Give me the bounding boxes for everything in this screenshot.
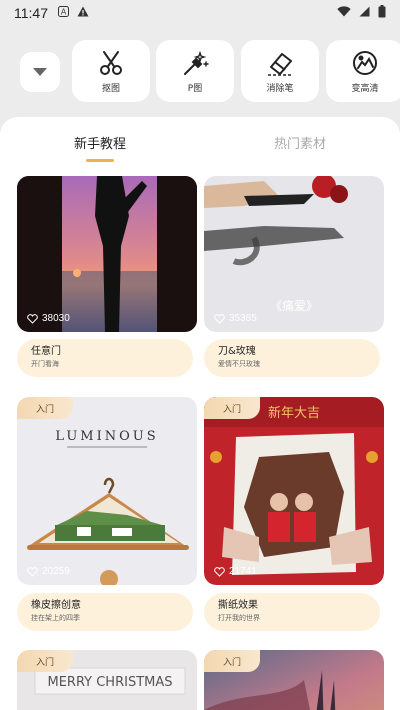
- magic-wand-icon: [184, 50, 209, 75]
- card-image: 新年大吉: [204, 397, 384, 585]
- tool-label: 消除笔: [266, 84, 294, 94]
- notification-a-icon: A: [58, 6, 69, 20]
- signal-icon: [359, 6, 370, 21]
- tool-label: 变高清: [351, 84, 379, 94]
- like-count: 21741: [214, 566, 257, 577]
- tab-indicator: [86, 159, 114, 162]
- status-time: 11:47: [14, 5, 48, 21]
- card-overlay-text: 《痛爱》: [270, 298, 318, 313]
- tool-p-image[interactable]: P图: [156, 40, 234, 102]
- tool-eraser[interactable]: 消除笔: [241, 40, 319, 102]
- card-caption[interactable]: 橡皮擦创意 挂在架上的四季: [17, 593, 193, 631]
- like-count-value: 35385: [229, 313, 257, 324]
- tutorial-card[interactable]: MERRY CHRISTMAS 入门: [17, 650, 197, 710]
- card-title: 撕纸效果: [218, 600, 258, 611]
- tutorial-card[interactable]: 38030: [17, 176, 197, 332]
- level-badge: 入门: [204, 650, 260, 672]
- like-count: 20259: [27, 566, 70, 577]
- like-count: 38030: [27, 313, 70, 324]
- heart-icon: [214, 566, 225, 577]
- like-count-value: 21741: [229, 566, 257, 577]
- card-overlay-text: MERRY CHRISTMAS: [47, 675, 172, 690]
- card-caption[interactable]: 任意门 开门看海: [17, 339, 193, 377]
- tutorial-card[interactable]: 《痛爱》 35385: [204, 176, 384, 332]
- card-title: 任意门: [31, 346, 61, 357]
- level-badge: 入门: [17, 650, 73, 672]
- like-count-value: 20259: [42, 566, 70, 577]
- svg-text:A: A: [61, 8, 67, 17]
- eraser-icon: [268, 53, 292, 76]
- wifi-icon: [337, 5, 351, 21]
- chevron-down-icon: [33, 68, 47, 76]
- like-count-value: 38030: [42, 313, 70, 324]
- card-caption[interactable]: 撕纸效果 打开我的世界: [204, 593, 380, 631]
- tab-bar: 新手教程 热门素材: [0, 117, 400, 177]
- tutorial-card[interactable]: LUMINOUS 入门 20259: [17, 397, 197, 585]
- tool-cutout[interactable]: 抠图: [72, 40, 150, 102]
- tab-tutorials[interactable]: 新手教程: [40, 133, 160, 152]
- status-bar: 11:47 A: [0, 0, 400, 26]
- tool-enhance[interactable]: 变高清: [326, 40, 400, 102]
- tool-bar: 抠图 P图 消除笔 变高清: [0, 40, 400, 104]
- heart-icon: [27, 313, 38, 324]
- level-badge: 入门: [17, 397, 73, 419]
- card-subtitle: 打开我的世界: [218, 614, 260, 622]
- card-title: 橡皮擦创意: [31, 600, 81, 611]
- card-subtitle: 开门看海: [31, 360, 59, 368]
- tool-label: 抠图: [101, 84, 120, 94]
- card-image: [17, 176, 197, 332]
- enhance-icon: [353, 51, 377, 75]
- tutorial-card[interactable]: 新年大吉 入门 21741: [204, 397, 384, 585]
- card-subtitle: 挂在架上的四季: [31, 614, 80, 622]
- tab-hot-materials[interactable]: 热门素材: [240, 133, 360, 152]
- content-sheet: 新手教程 热门素材 38030 任意门 开门看海 《痛爱》 35385 刀&玫瑰…: [0, 117, 400, 710]
- heart-icon: [27, 566, 38, 577]
- battery-icon: [378, 4, 386, 22]
- card-overlay-text: 新年大吉: [268, 405, 320, 421]
- card-subtitle: 爱情不只玫瑰: [218, 360, 260, 368]
- card-caption[interactable]: 刀&玫瑰 爱情不只玫瑰: [204, 339, 380, 377]
- card-image: LUMINOUS: [17, 397, 197, 585]
- card-image: 《痛爱》: [204, 176, 384, 332]
- card-title: 刀&玫瑰: [218, 346, 256, 357]
- scissors-icon: [100, 51, 122, 75]
- expand-tools-button[interactable]: [20, 52, 60, 92]
- card-overlay-text: LUMINOUS: [55, 429, 158, 444]
- tool-label: P图: [187, 84, 203, 94]
- heart-icon: [214, 313, 225, 324]
- warning-icon: [77, 6, 89, 20]
- level-badge: 入门: [204, 397, 260, 419]
- tutorial-card[interactable]: 入门: [204, 650, 384, 710]
- like-count: 35385: [214, 313, 257, 324]
